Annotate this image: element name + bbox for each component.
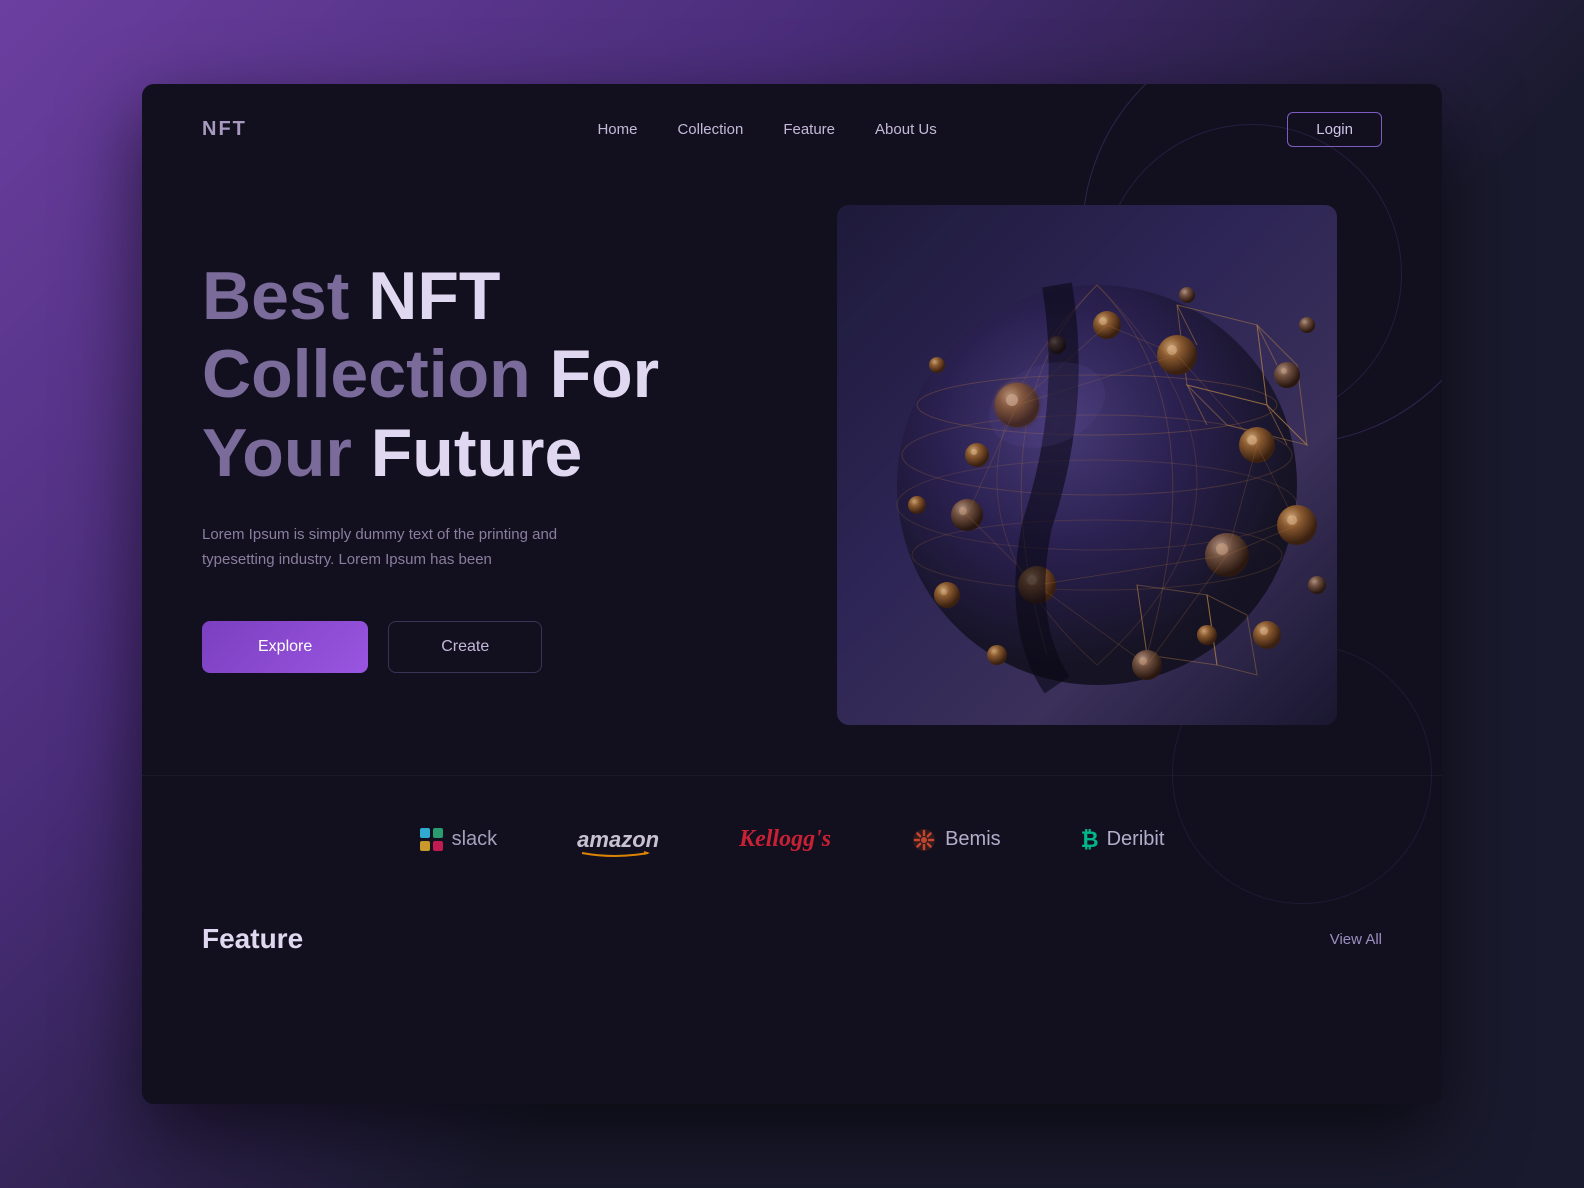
partner-deribit: ₿ Deribit [1081,827,1165,853]
hero-title-word2: NFT [368,258,500,334]
hero-title-word3: Collection [202,336,550,412]
hero-section: Best NFT Collection For Your Future Lore… [142,175,1442,775]
navbar: NFT Home Collection Feature About Us Log… [142,84,1442,175]
sphere-background [837,205,1337,725]
login-button[interactable]: Login [1287,112,1382,147]
nav-item-collection[interactable]: Collection [677,121,743,138]
view-all-link[interactable]: View All [1330,931,1382,948]
partner-slack: slack [420,828,498,852]
hero-description: Lorem Ipsum is simply dummy text of the … [202,522,582,573]
hero-title: Best NFT Collection For Your Future [202,257,752,492]
hero-title-word1: Best [202,258,368,334]
partner-amazon: amazon [577,827,659,853]
bemis-label: Bemis [945,828,1001,851]
slack-label: slack [452,828,498,851]
slack-icon [420,828,444,852]
deribit-label: Deribit [1107,828,1165,851]
partner-kelloggs: Kellogg's [739,826,831,853]
amazon-arrow-icon [580,849,650,857]
brand-logo: NFT [202,118,247,141]
nav-links: Home Collection Feature About Us [597,121,936,139]
hero-title-word4: For [550,336,660,412]
partner-bemis: Bemis [911,827,1001,853]
hero-title-word6: Future [371,415,583,491]
nft-sphere-container [837,205,1337,725]
kelloggs-label: Kellogg's [739,826,831,853]
create-button[interactable]: Create [388,621,542,673]
nav-item-feature[interactable]: Feature [783,121,835,138]
hero-title-word5: Your [202,415,371,491]
feature-footer: Feature View All [142,903,1442,985]
feature-label: Feature [202,923,303,955]
hero-right [792,205,1382,725]
partners-section: slack amazon Kellogg's [142,775,1442,903]
explore-button[interactable]: Explore [202,621,368,673]
hero-buttons: Explore Create [202,621,752,673]
deribit-icon: ₿ [1081,827,1099,853]
nav-item-about[interactable]: About Us [875,121,937,138]
hero-left: Best NFT Collection For Your Future Lore… [202,257,792,673]
sphere-svg [837,205,1337,725]
nav-item-home[interactable]: Home [597,121,637,138]
bemis-icon [911,827,937,853]
